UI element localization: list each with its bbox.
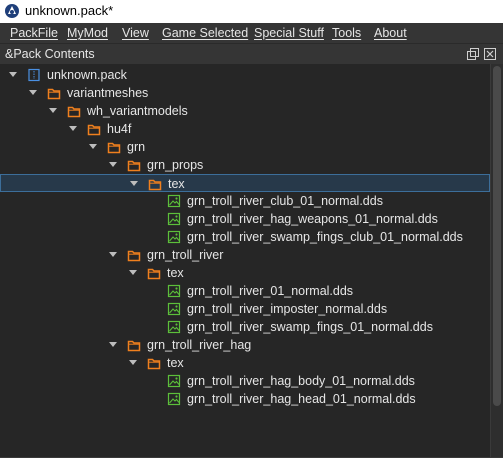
folder-icon <box>147 356 161 370</box>
menu-bar: PackFile MyMod View Game Selected Specia… <box>0 23 503 43</box>
tree-item-label: tex <box>167 266 184 280</box>
window-title: unknown.pack* <box>25 3 114 18</box>
title-bar: unknown.pack* <box>0 0 503 23</box>
folder-icon <box>127 338 141 352</box>
float-dock-icon[interactable] <box>466 47 480 61</box>
tree-item[interactable]: tex <box>0 264 490 282</box>
menu-mymod[interactable]: MyMod <box>67 25 108 41</box>
tree-item-label: grn_troll_river_hag_body_01_normal.dds <box>187 374 415 388</box>
tree-item-label: grn_troll_river_club_01_normal.dds <box>187 194 383 208</box>
folder-icon <box>147 266 161 280</box>
expand-arrow-icon[interactable] <box>69 126 77 131</box>
image-file-icon <box>167 194 181 208</box>
tree-item-label: grn_troll_river_swamp_fings_01_normal.dd… <box>187 320 433 334</box>
folder-icon <box>87 122 101 136</box>
expand-arrow-icon[interactable] <box>89 144 97 149</box>
vertical-scrollbar[interactable] <box>490 64 503 458</box>
expand-arrow-icon[interactable] <box>109 342 117 347</box>
tree-item-label: grn_troll_river_hag_head_01_normal.dds <box>187 392 416 406</box>
image-file-icon <box>167 284 181 298</box>
tree-item[interactable]: grn_troll_river_swamp_fings_club_01_norm… <box>0 228 490 246</box>
scrollbar-thumb[interactable] <box>493 66 501 406</box>
tree-item-label: wh_variantmodels <box>87 104 188 118</box>
expand-arrow-icon[interactable] <box>29 90 37 95</box>
image-file-icon <box>167 212 181 226</box>
expand-arrow-icon[interactable] <box>9 72 17 77</box>
expand-arrow-icon[interactable] <box>49 108 57 113</box>
expand-arrow-icon[interactable] <box>130 181 138 186</box>
image-file-icon <box>167 392 181 406</box>
tree-item-label: grn_troll_river_swamp_fings_club_01_norm… <box>187 230 463 244</box>
tree-item[interactable]: tex <box>0 354 490 372</box>
tree-item-label: grn_troll_river_01_normal.dds <box>187 284 354 298</box>
tree-item[interactable]: unknown.pack <box>0 66 490 84</box>
pack-contents-tree[interactable]: unknown.pack variantmeshes wh_variantmodel… <box>0 64 490 458</box>
tree-item-label: hu4f <box>107 122 132 136</box>
image-file-icon <box>167 230 181 244</box>
tree-item[interactable]: grn_troll_river_hag <box>0 336 490 354</box>
tree-item-label: grn_props <box>147 158 204 172</box>
tree-item[interactable]: grn <box>0 138 490 156</box>
menu-game-selected[interactable]: Game Selected <box>162 25 248 41</box>
image-file-icon <box>167 302 181 316</box>
pack-icon <box>27 68 41 82</box>
tree-item[interactable]: grn_troll_river <box>0 246 490 264</box>
image-file-icon <box>167 374 181 388</box>
tree-item[interactable]: grn_troll_river_hag_head_01_normal.dds <box>0 390 490 408</box>
menu-special-stuff[interactable]: Special Stuff <box>254 25 324 41</box>
folder-icon <box>127 248 141 262</box>
menu-packfile[interactable]: PackFile <box>10 25 58 41</box>
expand-arrow-icon[interactable] <box>129 270 137 275</box>
tree-item-label: grn_troll_river <box>147 248 224 262</box>
tree-item-label: grn_troll_river_hag_weapons_01_normal.dd… <box>187 212 438 226</box>
tree-item[interactable]: grn_troll_river_hag_body_01_normal.dds <box>0 372 490 390</box>
menu-about[interactable]: About <box>374 25 407 41</box>
expand-arrow-icon[interactable] <box>129 360 137 365</box>
tree-item[interactable]: hu4f <box>0 120 490 138</box>
tree-item[interactable]: variantmeshes <box>0 84 490 102</box>
expand-arrow-icon[interactable] <box>109 252 117 257</box>
tree-item[interactable]: grn_troll_river_hag_weapons_01_normal.dd… <box>0 210 490 228</box>
tree-item-label: grn_troll_river_imposter_normal.dds <box>187 302 388 316</box>
tree-item-label: grn_troll_river_hag <box>147 338 252 352</box>
dock-title: &Pack Contents <box>5 47 95 61</box>
image-file-icon <box>167 320 181 334</box>
tree-item[interactable]: grn_troll_river_01_normal.dds <box>0 282 490 300</box>
folder-icon <box>67 104 81 118</box>
menu-tools[interactable]: Tools <box>332 25 361 41</box>
close-dock-icon[interactable] <box>483 47 497 61</box>
folder-icon <box>47 86 61 100</box>
tree-item[interactable]: grn_troll_river_club_01_normal.dds <box>0 192 490 210</box>
tree-item-label: grn <box>127 140 146 154</box>
tree-item-label: tex <box>167 356 184 370</box>
folder-icon <box>127 158 141 172</box>
tree-item-label: variantmeshes <box>67 86 149 100</box>
expand-arrow-icon[interactable] <box>109 162 117 167</box>
tree-item[interactable]: grn_troll_river_imposter_normal.dds <box>0 300 490 318</box>
tree-item-label: tex <box>168 177 185 191</box>
folder-icon <box>148 177 162 191</box>
menu-view[interactable]: View <box>122 25 149 41</box>
tree-item[interactable]: tex <box>0 174 490 192</box>
tree-item-label: unknown.pack <box>47 68 127 82</box>
folder-icon <box>107 140 121 154</box>
tree-item[interactable]: wh_variantmodels <box>0 102 490 120</box>
tree-item[interactable]: grn_props <box>0 156 490 174</box>
tree-item[interactable]: grn_troll_river_swamp_fings_01_normal.dd… <box>0 318 490 336</box>
dock-header: &Pack Contents <box>0 43 503 64</box>
app-logo-icon <box>5 4 19 18</box>
